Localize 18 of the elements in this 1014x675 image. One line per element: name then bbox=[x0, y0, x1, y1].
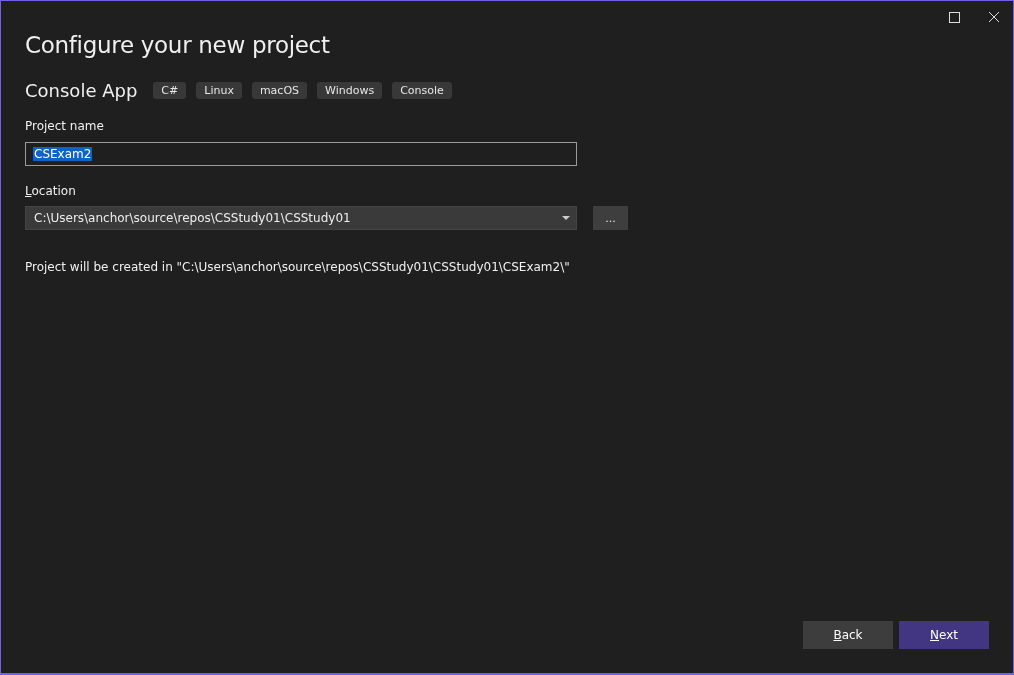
platform-tag: Linux bbox=[196, 82, 242, 99]
caret-icon bbox=[562, 216, 570, 220]
project-path-summary: Project will be created in "C:\Users\anchor\source\repos\CSStudy01\CSStudy01\CSExam2\" bbox=[25, 260, 571, 274]
project-name-field[interactable]: CSExam2 bbox=[25, 142, 577, 166]
window-title: Configure your new project bbox=[25, 32, 331, 58]
browse-button[interactable]: ... bbox=[593, 206, 628, 230]
template-name: Console App bbox=[25, 80, 138, 101]
platform-tag: Windows bbox=[317, 82, 383, 99]
close-icon bbox=[988, 11, 1000, 23]
back-button[interactable]: Back bbox=[803, 621, 893, 649]
maximize-icon bbox=[948, 11, 960, 23]
platform-tag: C# bbox=[153, 82, 187, 99]
platform-tag: Console bbox=[392, 82, 452, 99]
platform-tag: macOS bbox=[251, 82, 308, 99]
field-label: Location bbox=[25, 184, 77, 198]
next-button[interactable]: Next bbox=[899, 621, 989, 649]
field-label: Project name bbox=[25, 119, 105, 133]
location-dropdown[interactable]: C:\Users\anchor\source\repos\CSStudy01\CSStudy01 bbox=[25, 206, 577, 230]
